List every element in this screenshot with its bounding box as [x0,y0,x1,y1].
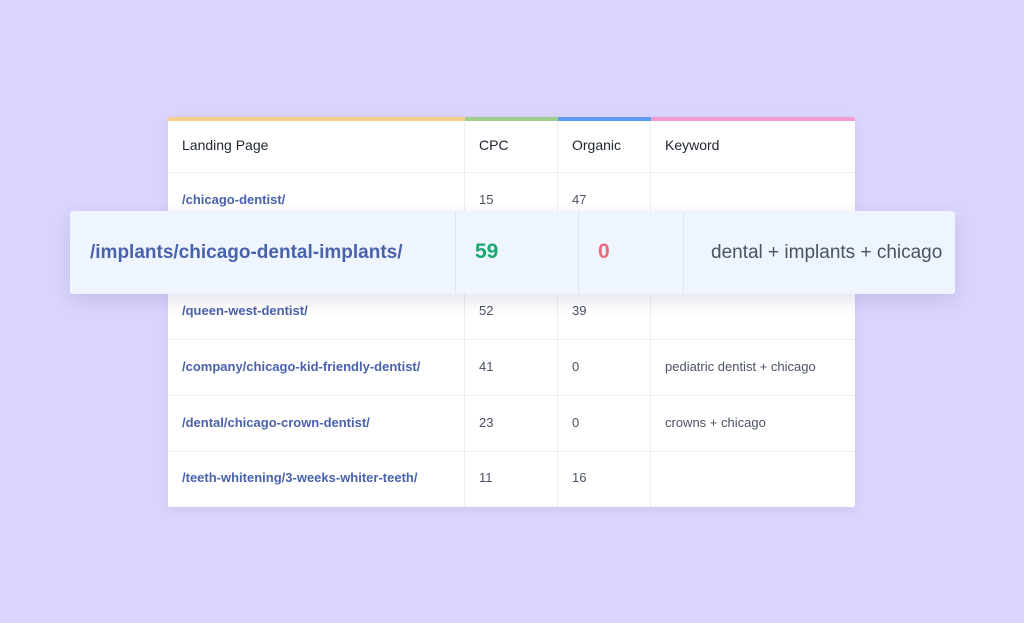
row-divider [168,172,855,173]
landing-page-column-accent [168,117,465,121]
row-cpc-value: 23 [479,415,494,430]
highlighted-organic-value: 0 [598,240,610,263]
row-landing-page-link[interactable]: /teeth-whitening/3-weeks-whiter-teeth/ [182,470,417,486]
row-cpc-value: 11 [479,470,493,485]
column-divider [464,121,465,507]
header-keyword[interactable]: Keyword [665,137,719,153]
row-landing-page-link[interactable]: /company/chicago-kid-friendly-dentist/ [182,359,420,375]
highlighted-landing-page-link[interactable]: /implants/chicago-dental-implants/ [90,241,403,265]
highlighted-keyword-value: dental + implants + chicago [711,242,943,263]
row-divider [168,451,855,452]
row-keyword-value: crowns + chicago [665,415,766,430]
keyword-table: Landing Page CPC Organic Keyword /chicag… [168,117,855,507]
header-cpc[interactable]: CPC [479,137,509,153]
row-keyword-value: pediatric dentist + chicago [665,359,816,374]
row-organic-value: 16 [572,470,587,485]
row-landing-page-link[interactable]: /queen-west-dentist/ [182,303,308,319]
row-divider [168,339,855,340]
row-organic-value: 39 [572,303,587,318]
highlight-divider [578,211,579,294]
row-divider [168,395,855,396]
cpc-column-accent [465,117,558,121]
row-organic-value: 0 [572,359,580,374]
highlight-divider [455,211,456,294]
header-landing-page[interactable]: Landing Page [182,137,268,153]
row-landing-page-link[interactable]: /dental/chicago-crown-dentist/ [182,415,370,431]
row-landing-page-link[interactable]: /chicago-dentist/ [182,192,285,208]
highlight-divider [683,211,684,294]
keyword-column-accent [651,117,855,121]
row-organic-value: 0 [572,415,580,430]
row-cpc-value: 52 [479,303,494,318]
row-cpc-value: 15 [479,192,494,207]
organic-column-accent [558,117,651,121]
row-cpc-value: 41 [479,359,494,374]
column-divider [650,121,651,507]
column-divider [557,121,558,507]
row-organic-value: 47 [572,192,587,207]
highlighted-cpc-value: 59 [475,240,499,263]
highlighted-row[interactable]: /implants/chicago-dental-implants/ 59 0 … [70,211,955,294]
header-organic[interactable]: Organic [572,137,621,153]
